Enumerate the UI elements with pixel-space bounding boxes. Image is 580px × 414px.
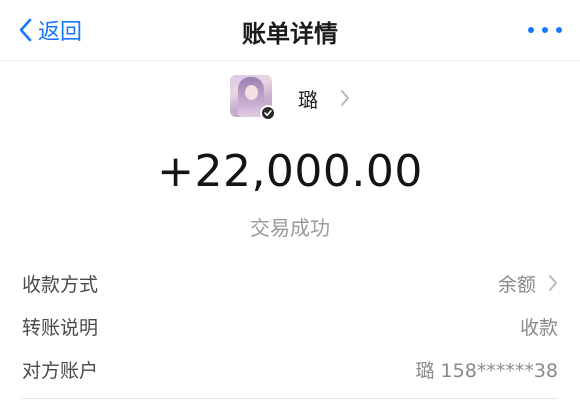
more-dots-icon[interactable] [528,18,562,42]
detail-row-counterparty-account: 对方账户 璐 158******38 [22,354,558,384]
transaction-amount: +22,000.00 [157,146,423,197]
divider [22,398,558,399]
chevron-right-icon [549,275,557,291]
verified-badge-icon [260,105,276,121]
navigation-bar: 返回 账单详情 [0,0,580,61]
transaction-status: 交易成功 [250,216,330,240]
detail-label: 转账说明 [22,316,99,339]
payee-section[interactable]: 璐 [0,74,580,122]
detail-value: 余额 [498,270,558,297]
detail-value: 璐 158******38 [415,359,558,382]
page-title: 账单详情 [242,20,338,48]
dot [528,27,534,33]
detail-label: 收款方式 [22,273,99,296]
detail-row-transfer-note: 转账说明 收款 [22,311,558,341]
detail-value: 收款 [519,316,558,339]
chevron-right-icon[interactable] [340,89,350,107]
payment-method-value: 余额 [497,273,536,296]
dot [542,27,548,33]
dot [556,27,562,33]
detail-row-payment-method[interactable]: 收款方式 余额 [22,268,558,298]
detail-label: 对方账户 [22,359,99,382]
avatar[interactable] [230,75,276,121]
payee-name[interactable]: 璐 [298,84,318,113]
